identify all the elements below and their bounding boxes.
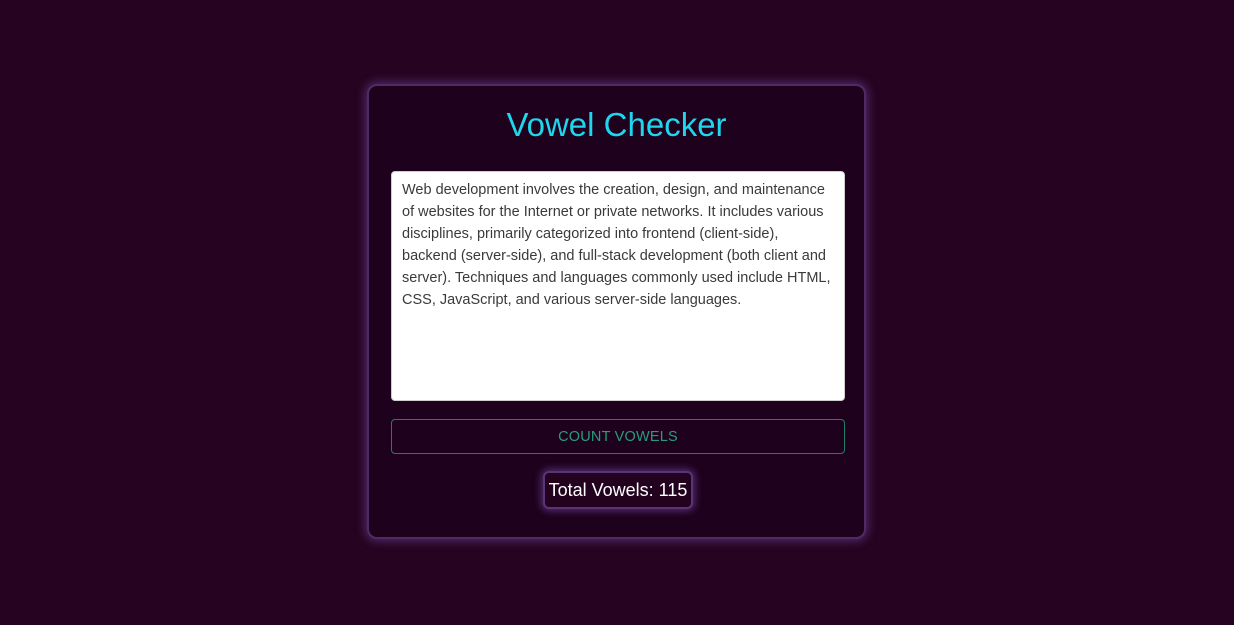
page-title: Vowel Checker [506, 106, 727, 143]
vowel-checker-card: Vowel Checker Web development involves t… [367, 84, 866, 539]
count-vowels-button[interactable]: COUNT VOWELS [391, 419, 845, 454]
text-input[interactable]: Web development involves the creation, d… [391, 171, 845, 401]
total-vowels-result: Total Vowels: 115 [543, 471, 693, 509]
